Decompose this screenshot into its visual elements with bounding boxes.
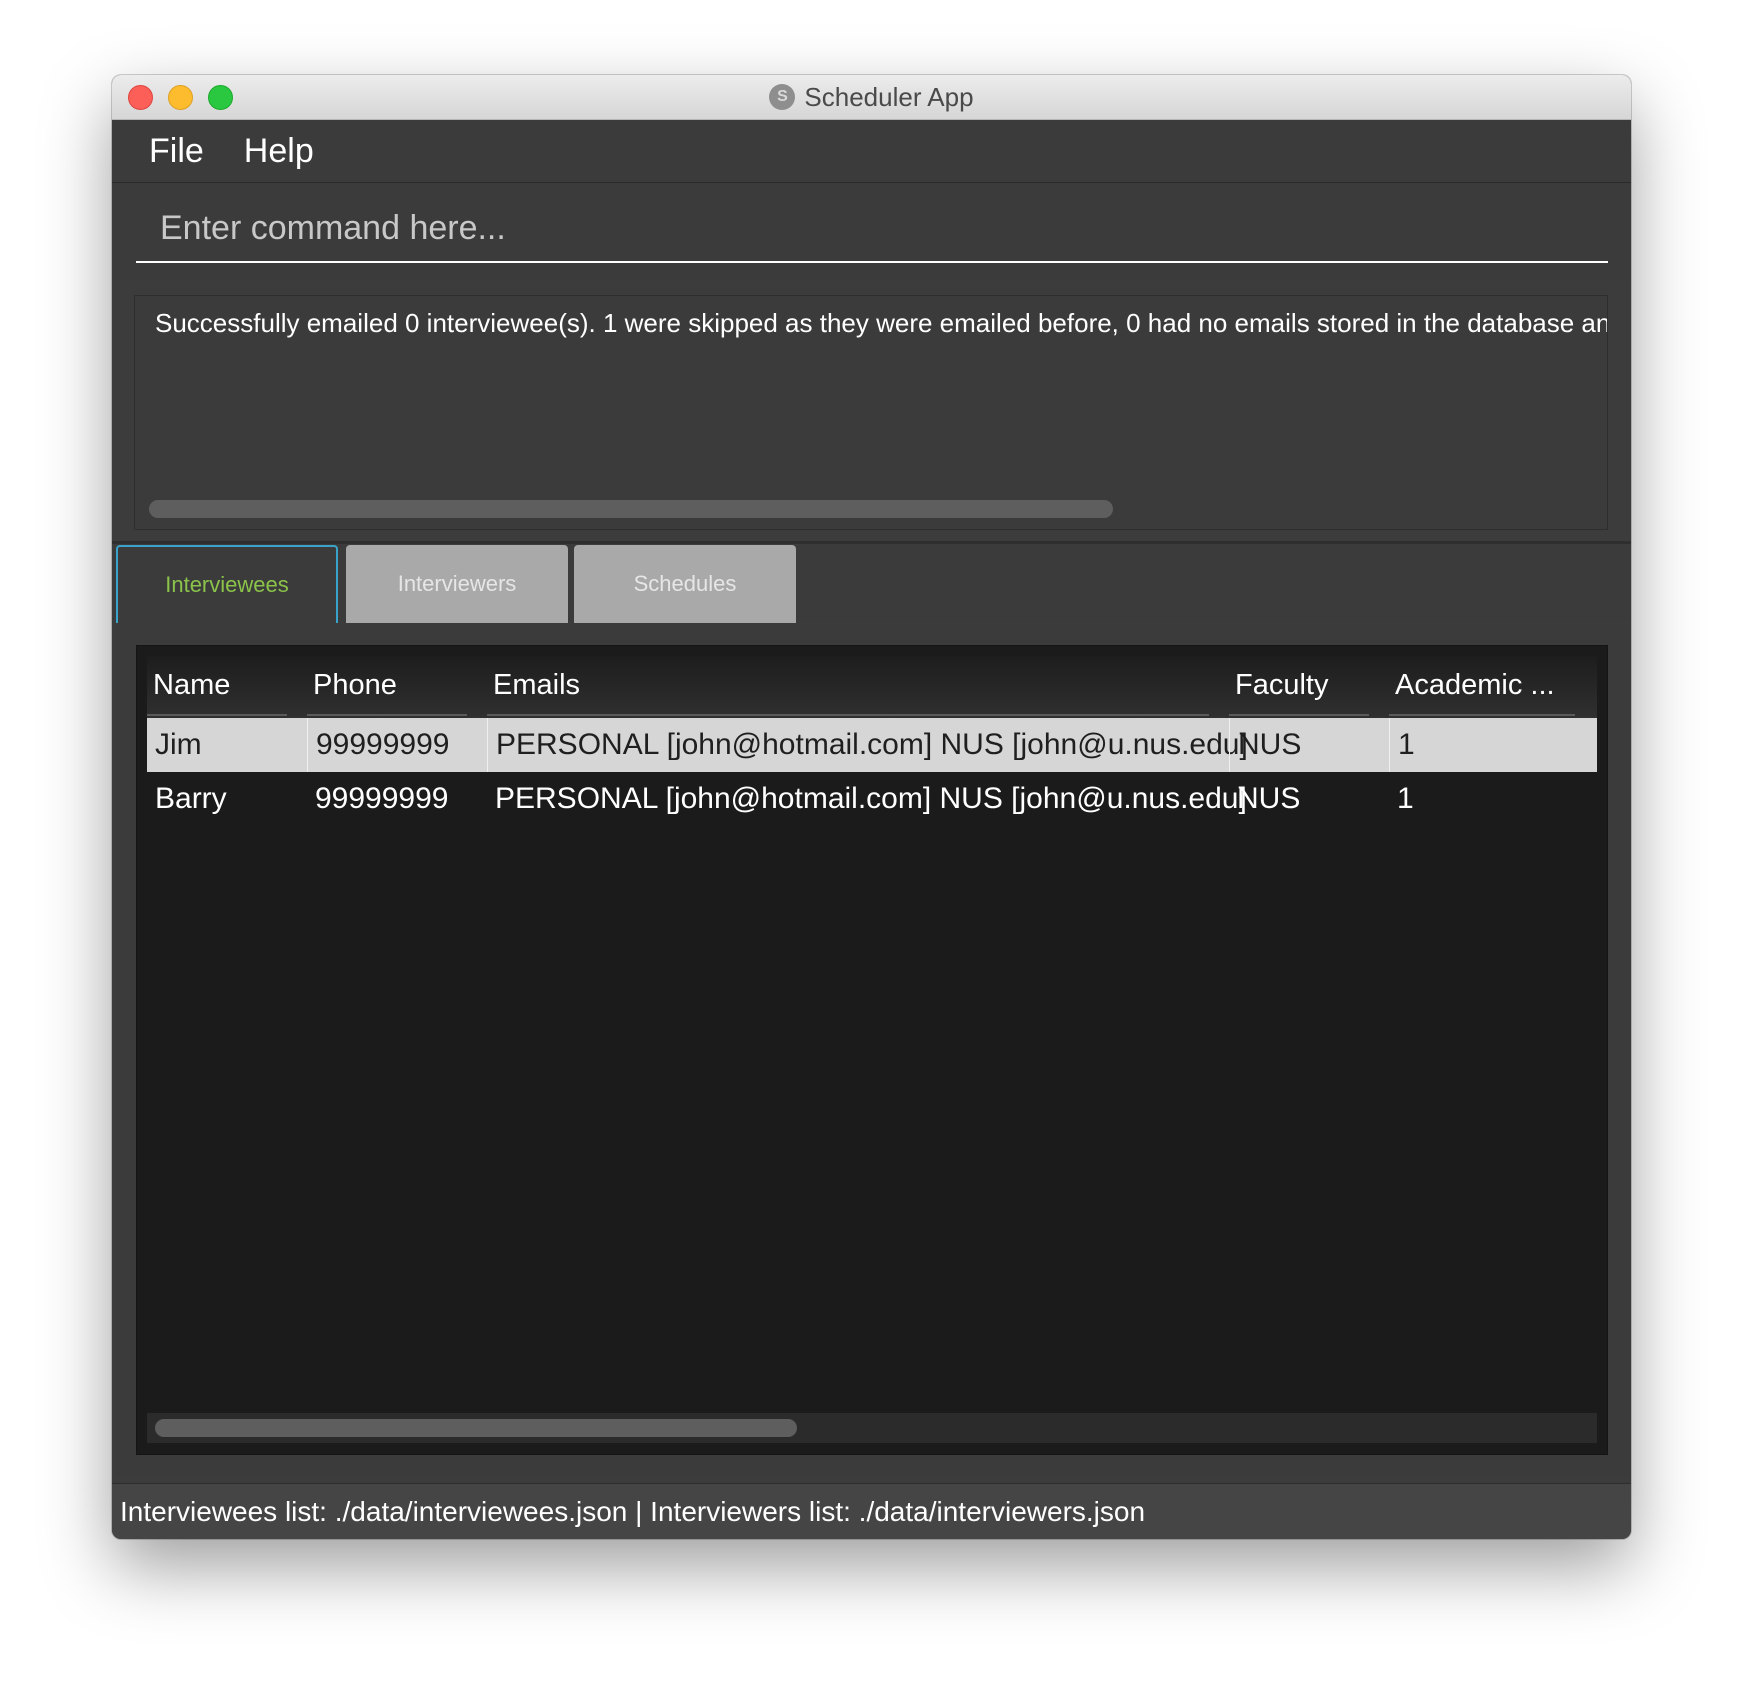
table-row[interactable]: Barry 99999999 PERSONAL [john@hotmail.co… [147, 772, 1597, 826]
column-header-emails[interactable]: Emails [487, 656, 1209, 716]
cell-phone: 99999999 [307, 718, 487, 772]
command-input[interactable] [136, 195, 1608, 263]
column-header-faculty[interactable]: Faculty [1229, 656, 1369, 716]
table-horizontal-scrollbar[interactable] [147, 1413, 1597, 1443]
title-bar[interactable]: S Scheduler App [112, 75, 1631, 120]
column-header-name[interactable]: Name [147, 656, 287, 716]
table-scrollbar-thumb[interactable] [155, 1419, 797, 1437]
table-row[interactable]: Jim 99999999 PERSONAL [john@hotmail.com]… [147, 718, 1597, 772]
cell-phone: 99999999 [315, 782, 449, 815]
status-text: Interviewees list: ./data/interviewees.j… [120, 1496, 1146, 1527]
app-icon: S [769, 84, 796, 110]
cell-emails: PERSONAL [john@hotmail.com] NUS [john@u.… [495, 782, 1247, 815]
result-horizontal-scrollbar[interactable] [149, 500, 1113, 518]
result-message: Successfully emailed 0 interviewee(s). 1… [155, 308, 1608, 338]
app-window: S Scheduler App File Help Successfully e… [112, 75, 1631, 1539]
interviewees-table: Name Phone Emails Faculty Academic ... J… [136, 645, 1608, 1455]
cell-name: Jim [155, 728, 202, 761]
status-bar: Interviewees list: ./data/interviewees.j… [112, 1483, 1631, 1539]
result-display[interactable]: Successfully emailed 0 interviewee(s). 1… [134, 295, 1608, 530]
tab-bar: Interviewees Interviewers Schedules [116, 545, 1631, 623]
menu-bar: File Help [112, 120, 1631, 183]
window-title-group: S Scheduler App [112, 75, 1631, 119]
cell-academic: 1 [1389, 718, 1597, 772]
tab-interviewers[interactable]: Interviewers [346, 545, 568, 623]
cell-faculty: NUS [1229, 718, 1389, 772]
cell-name: Barry [155, 782, 227, 815]
cell-academic: 1 [1397, 782, 1414, 815]
column-header-phone[interactable]: Phone [307, 656, 467, 716]
column-header-academic[interactable]: Academic ... [1389, 656, 1575, 716]
menu-file[interactable]: File [112, 132, 224, 171]
cell-emails: PERSONAL [john@hotmail.com] NUS [john@u.… [487, 718, 1248, 772]
tab-interviewees[interactable]: Interviewees [116, 545, 338, 623]
command-box-area [112, 183, 1631, 281]
cell-faculty: NUS [1237, 782, 1301, 815]
table-header: Name Phone Emails Faculty Academic ... [147, 656, 1597, 718]
panel-divider [112, 541, 1631, 544]
tab-schedules[interactable]: Schedules [574, 545, 796, 623]
window-title: Scheduler App [804, 81, 974, 112]
menu-help[interactable]: Help [224, 132, 334, 171]
tab-content-panel: Name Phone Emails Faculty Academic ... J… [116, 623, 1631, 1477]
